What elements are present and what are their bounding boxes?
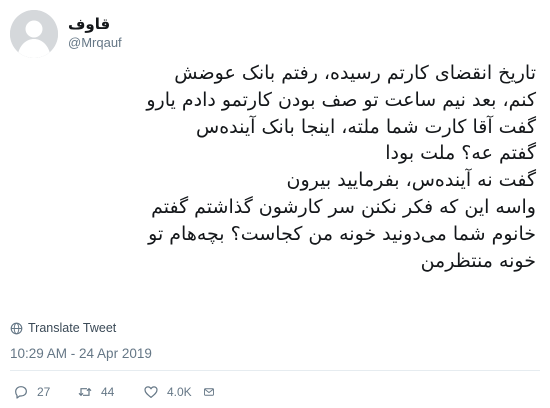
like-button[interactable]: 4.0K <box>143 384 203 400</box>
tweet-timestamp[interactable]: 10:29 AM - 24 Apr 2019 <box>10 346 152 361</box>
translate-label: Translate Tweet <box>28 321 117 335</box>
avatar[interactable] <box>10 10 58 58</box>
tweet-text-line: خانوم شما می‌دونید خونه من کجاست؟ بچه‌ها… <box>148 222 536 245</box>
display-name[interactable]: قاوف <box>68 14 122 34</box>
mail-icon <box>204 388 214 396</box>
tweet-text-line: خونه منتظرمن <box>420 249 536 272</box>
tweet-header: قاوف @Mrqauf <box>10 8 540 58</box>
tweet-text-line: گفت آقا کارت شما ملته، اینجا بانک آینده‌… <box>196 115 536 138</box>
direct-message-button[interactable] <box>203 384 223 400</box>
retweet-button[interactable]: 44 <box>77 384 143 400</box>
user-handle[interactable]: @Mrqauf <box>68 34 122 52</box>
tweet-text-line: گفتم عه؟ ملت بودا <box>385 142 536 165</box>
reply-count: 27 <box>37 385 51 399</box>
author-names: قاوف @Mrqauf <box>68 14 122 52</box>
translate-tweet-link[interactable]: Translate Tweet <box>10 320 116 336</box>
tweet-text: تاریخ انقضای کارتم رسیده، رفتم بانک عوضش… <box>16 60 536 274</box>
tweet-text-line: تاریخ انقضای کارتم رسیده، رفتم بانک عوضش <box>174 62 536 84</box>
tweet-actions: 27 44 4.0K <box>10 382 223 402</box>
like-count: 4.0K <box>167 385 192 399</box>
tweet-text-line: گفت نه آینده‌س، بفرمایید بیرون <box>286 169 536 192</box>
tweet-text-line: کنم، بعد نیم ساعت تو صف بودن کارتمو دادم… <box>146 88 536 111</box>
heart-icon <box>144 386 158 398</box>
retweet-icon <box>78 387 92 397</box>
globe-icon <box>10 322 23 334</box>
reply-button[interactable]: 27 <box>13 384 77 400</box>
avatar-placeholder-icon <box>10 10 58 58</box>
divider <box>10 370 540 371</box>
retweet-count: 44 <box>101 385 115 399</box>
tweet-text-line: واسه این که فکر نکنن سر کارشون گذاشتم گف… <box>151 195 536 218</box>
reply-icon <box>15 386 27 399</box>
